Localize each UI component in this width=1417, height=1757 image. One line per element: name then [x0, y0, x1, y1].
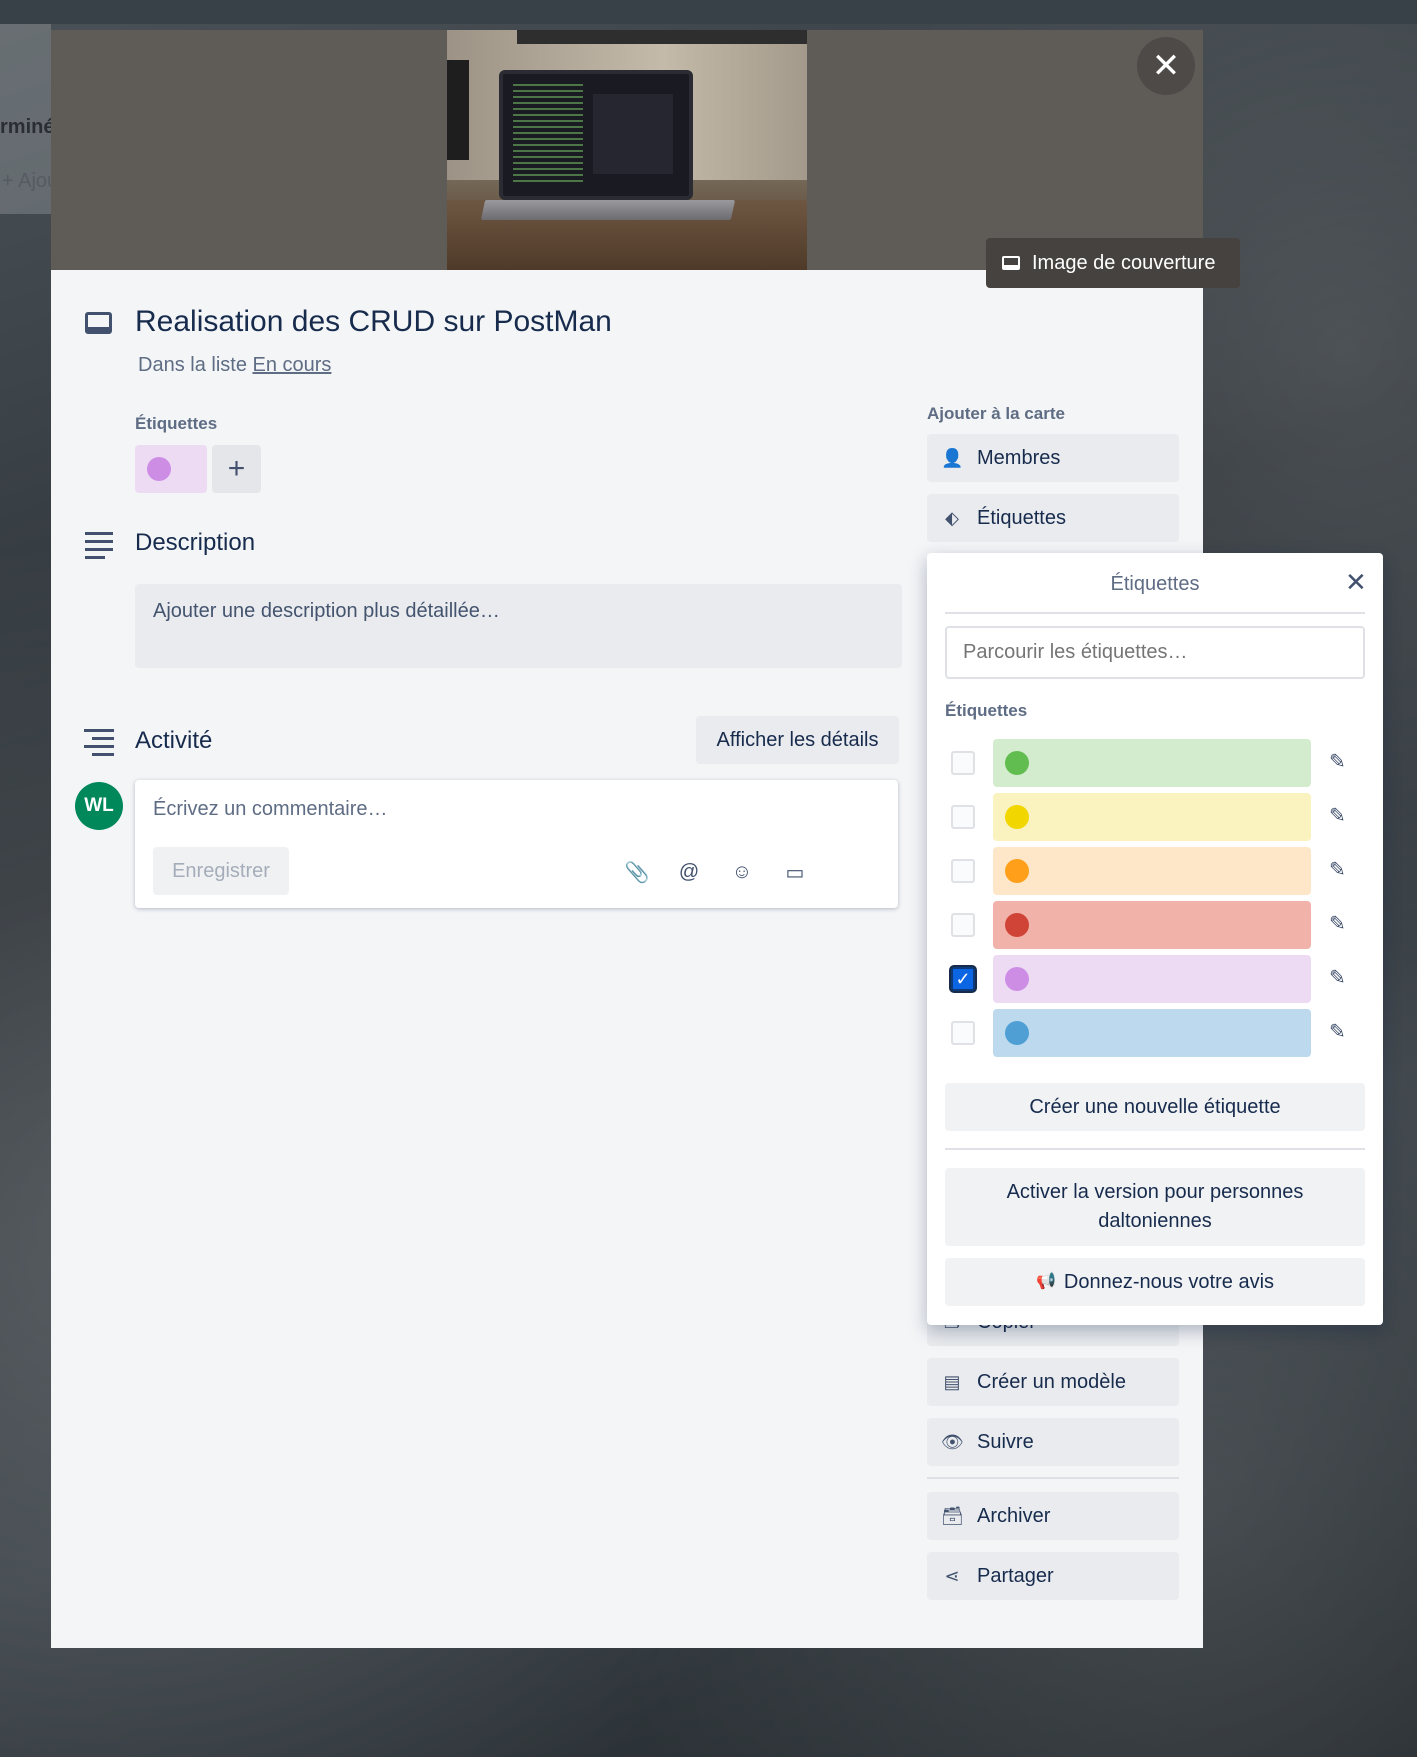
edit-pencil-icon[interactable]: ✎ — [1329, 911, 1346, 936]
label-bar[interactable] — [993, 739, 1311, 787]
archive-button[interactable]: 🗃 Archiver — [927, 1492, 1179, 1540]
labels-popover: Étiquettes ✕ Étiquettes ✎ ✎ ✎ ✎ ✓ ✎ ✎ Cr… — [927, 553, 1383, 1325]
edit-pencil-icon[interactable]: ✎ — [1329, 749, 1346, 774]
label-color-dot — [147, 457, 171, 481]
follow-label: Suivre — [977, 1430, 1034, 1453]
applied-label-chip[interactable] — [135, 445, 207, 493]
template-icon: ▤ — [943, 1371, 961, 1392]
colorblind-mode-button[interactable]: Activer la version pour personnes dalton… — [945, 1168, 1365, 1246]
label-color-dot — [1005, 805, 1029, 829]
show-details-button[interactable]: Afficher les détails — [696, 716, 899, 764]
in-list-prefix: Dans la liste — [138, 354, 247, 376]
feedback-label: Donnez-nous votre avis — [1063, 1270, 1275, 1293]
card-list-info: Dans la liste En cours — [138, 354, 331, 377]
feedback-button[interactable]: 📢 Donnez-nous votre avis — [945, 1258, 1365, 1306]
label-bar[interactable] — [993, 793, 1311, 841]
edit-pencil-icon[interactable]: ✎ — [1329, 803, 1346, 828]
label-color-dot — [1005, 913, 1029, 937]
label-checkbox[interactable] — [951, 859, 975, 883]
sidebar-divider — [927, 1477, 1179, 1479]
plus-icon: + — [227, 452, 246, 485]
add-label-button[interactable]: + — [212, 445, 261, 493]
label-checkbox-checked[interactable]: ✓ — [951, 967, 975, 991]
cover-image-button[interactable]: Image de couverture — [986, 238, 1240, 288]
check-icon: ✓ — [955, 968, 971, 989]
label-search-input[interactable] — [945, 626, 1365, 679]
label-bar[interactable] — [993, 847, 1311, 895]
archive-label: Archiver — [977, 1504, 1051, 1527]
add-to-card-heading: Ajouter à la carte — [927, 404, 1065, 423]
list-link[interactable]: En cours — [253, 354, 332, 376]
mention-icon[interactable]: @ — [677, 860, 701, 884]
edit-pencil-icon[interactable]: ✎ — [1329, 857, 1346, 882]
label-color-dot — [1005, 859, 1029, 883]
card-cover: Image de couverture — [51, 30, 1240, 288]
share-button[interactable]: ⋖ Partager — [927, 1552, 1179, 1600]
cover-image-button-label: Image de couverture — [1032, 251, 1216, 274]
labels-button-label: Étiquettes — [977, 506, 1066, 529]
megaphone-icon: 📢 — [1035, 1273, 1056, 1291]
activity-icon — [84, 729, 114, 761]
activity-heading: Activité — [135, 727, 213, 754]
label-checkbox[interactable] — [951, 751, 975, 775]
comment-input[interactable]: Écrivez un commentaire… — [153, 798, 388, 821]
label-row-blue[interactable]: ✎ — [945, 1009, 1365, 1057]
person-icon: 👤 — [941, 447, 964, 468]
card-title[interactable]: Realisation des CRUD sur PostMan — [135, 305, 612, 339]
card-cover-icon — [1002, 256, 1020, 270]
label-color-dot — [1005, 967, 1029, 991]
label-checkbox[interactable] — [951, 1021, 975, 1045]
description-input[interactable]: Ajouter une description plus détaillée… — [135, 584, 902, 668]
description-icon — [85, 532, 113, 564]
label-bar[interactable] — [993, 1009, 1311, 1057]
members-label: Membres — [977, 446, 1061, 469]
follow-button[interactable]: 👁 Suivre — [927, 1418, 1179, 1466]
label-color-dot — [1005, 1021, 1029, 1045]
attachment-icon[interactable]: 📎 — [625, 860, 650, 884]
label-color-dot — [1005, 751, 1029, 775]
label-row-green[interactable]: ✎ — [945, 739, 1365, 787]
labels-heading: Étiquettes — [135, 414, 218, 433]
create-template-button[interactable]: ▤ Créer un modèle — [927, 1358, 1179, 1406]
label-bar[interactable] — [993, 901, 1311, 949]
popover-divider — [945, 612, 1365, 614]
card-icon — [85, 312, 112, 334]
popover-divider — [945, 1148, 1365, 1150]
edit-pencil-icon[interactable]: ✎ — [1329, 1019, 1346, 1044]
comment-box[interactable]: Écrivez un commentaire… Enregistrer 📎 @ … — [135, 780, 898, 908]
close-icon: ✕ — [1151, 47, 1181, 85]
background-add-card[interactable]: + Ajou — [2, 170, 51, 193]
create-template-label: Créer un modèle — [977, 1370, 1126, 1393]
share-icon: ⋖ — [944, 1565, 960, 1586]
save-comment-button[interactable]: Enregistrer — [153, 847, 289, 895]
label-checkbox[interactable] — [951, 805, 975, 829]
eye-icon: 👁 — [941, 1431, 964, 1452]
label-checkbox[interactable] — [951, 913, 975, 937]
label-row-orange[interactable]: ✎ — [945, 847, 1365, 895]
card-link-icon[interactable]: ▭ — [783, 860, 807, 884]
popover-title: Étiquettes — [1110, 573, 1200, 595]
avatar[interactable]: WL — [75, 782, 123, 830]
background-list-title: rminé — [0, 116, 51, 138]
label-row-purple[interactable]: ✓ ✎ — [945, 955, 1365, 1003]
labels-button[interactable]: ⬖ Étiquettes — [927, 494, 1179, 542]
tag-icon: ⬖ — [945, 507, 959, 528]
label-bar[interactable] — [993, 955, 1311, 1003]
description-heading: Description — [135, 529, 256, 556]
popover-labels-heading: Étiquettes — [945, 701, 1028, 720]
label-row-red[interactable]: ✎ — [945, 901, 1365, 949]
archive-icon: 🗃 — [941, 1505, 964, 1526]
cover-image — [447, 30, 807, 270]
popover-close-icon[interactable]: ✕ — [1345, 567, 1367, 598]
label-row-yellow[interactable]: ✎ — [945, 793, 1365, 841]
create-label-button[interactable]: Créer une nouvelle étiquette — [945, 1083, 1365, 1131]
members-button[interactable]: 👤 Membres — [927, 434, 1179, 482]
top-bar — [0, 0, 1417, 24]
share-label: Partager — [977, 1564, 1054, 1587]
close-modal-button[interactable]: ✕ — [1137, 37, 1195, 95]
edit-pencil-icon[interactable]: ✎ — [1329, 965, 1346, 990]
emoji-icon[interactable]: ☺ — [730, 860, 754, 884]
